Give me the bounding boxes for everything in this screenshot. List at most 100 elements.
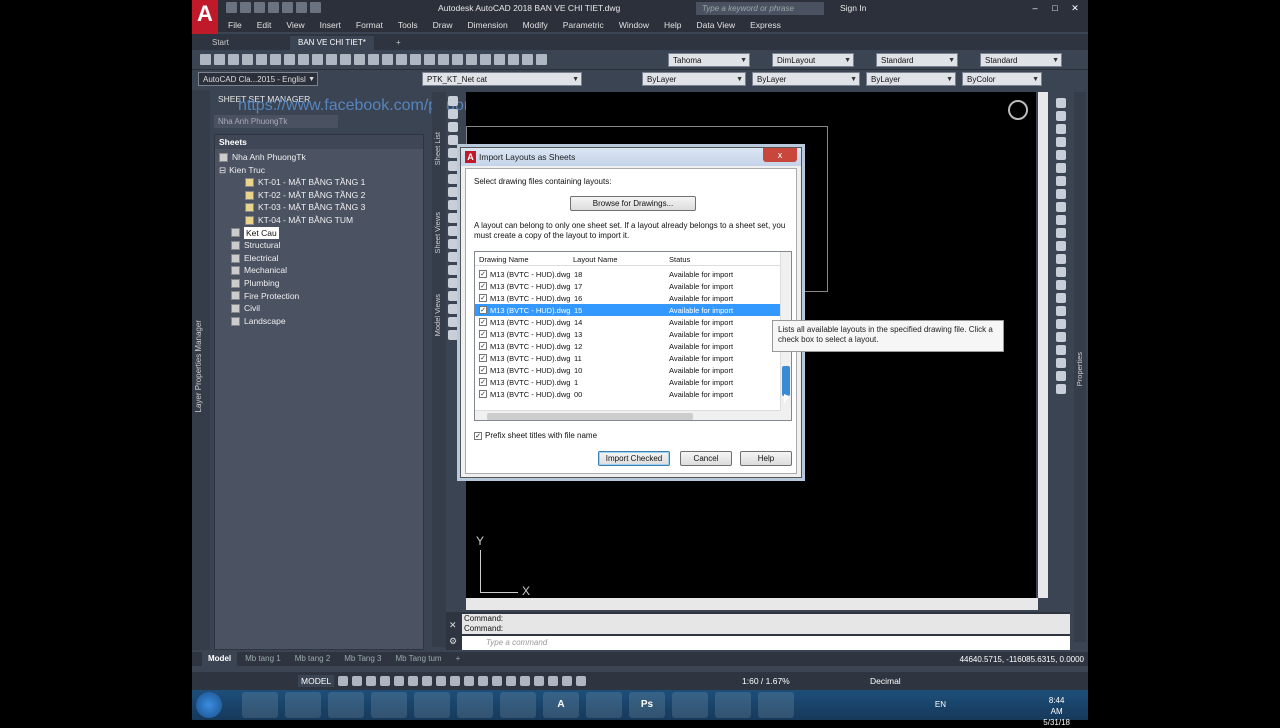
transparency-icon[interactable] [478, 676, 488, 686]
menu-format[interactable]: Format [356, 20, 383, 30]
row-checkbox[interactable]: ✓ [479, 342, 487, 350]
new-tab-button[interactable]: + [388, 36, 409, 50]
tree-item-sheetset[interactable]: Nha Anh PhuongTk [215, 151, 423, 164]
tree-item-sheet[interactable]: KT-04 - MẶT BẰNG TUM [215, 214, 423, 227]
table-icon[interactable] [448, 317, 458, 327]
menu-view[interactable]: View [286, 20, 304, 30]
tree-item-structural[interactable]: Structural [215, 239, 423, 252]
layer-tool-icon[interactable] [1056, 332, 1066, 342]
table-row[interactable]: ✓ M13 (BVTC - HUD).dwg 18 Available for imp… [475, 268, 781, 280]
plotstyle-select[interactable]: ByColor ▼ [962, 72, 1042, 86]
rectangle-icon[interactable] [448, 148, 458, 158]
tab-start[interactable]: Start [204, 36, 237, 50]
ellipse-arc-icon[interactable] [448, 226, 458, 236]
spline-icon[interactable] [448, 200, 458, 210]
clock[interactable]: 8:44 AM 5/31/18 [1043, 695, 1070, 728]
tab-layout[interactable]: Mb tang 2 [289, 652, 337, 666]
undo-icon[interactable] [368, 54, 379, 65]
help-icon[interactable] [536, 54, 547, 65]
tab-layout[interactable]: Mb tang 1 [239, 652, 287, 666]
menu-data-view[interactable]: Data View [697, 20, 736, 30]
taskbar-app-icon[interactable] [672, 692, 708, 718]
cancel-button[interactable]: Cancel [680, 451, 732, 466]
make-block-icon[interactable] [448, 252, 458, 262]
selection-filter-icon[interactable] [534, 676, 544, 686]
sheet-set-icon[interactable] [494, 54, 505, 65]
3d-print-icon[interactable] [284, 54, 295, 65]
taskbar-app-icon[interactable] [758, 692, 794, 718]
browse-drawings-button[interactable]: Browse for Drawings... [570, 196, 696, 211]
col-layout-name[interactable]: Layout Name [573, 255, 618, 264]
menu-parametric[interactable]: Parametric [563, 20, 604, 30]
menu-help[interactable]: Help [664, 20, 681, 30]
row-checkbox[interactable]: ✓ [479, 378, 487, 386]
layer-tool-icon[interactable] [1056, 384, 1066, 394]
table-row[interactable]: ✓ M13 (BVTC - HUD).dwg 13 Available for imp… [475, 328, 781, 340]
snap-icon[interactable] [352, 676, 362, 686]
block-editor-icon[interactable] [354, 54, 365, 65]
close-button[interactable]: ✕ [1066, 1, 1084, 15]
tab-layout[interactable]: Mb Tang tum [389, 652, 447, 666]
menu-edit[interactable]: Edit [257, 20, 272, 30]
row-checkbox[interactable]: ✓ [479, 390, 487, 398]
move-icon[interactable] [1056, 163, 1066, 173]
save-icon[interactable] [228, 54, 239, 65]
design-center-icon[interactable] [466, 54, 477, 65]
selection-cycling-icon[interactable] [492, 676, 502, 686]
tree-item-civil[interactable]: Civil [215, 302, 423, 315]
taskbar-app-icon[interactable] [457, 692, 493, 718]
menu-window[interactable]: Window [619, 20, 649, 30]
table-row[interactable]: ✓ M13 (BVTC - HUD).dwg 10 Available for imp… [475, 364, 781, 376]
tab-document[interactable]: BAN VE CHI TIET* [290, 36, 374, 50]
zoom-window-icon[interactable] [424, 54, 435, 65]
help-button[interactable]: Help [740, 451, 792, 466]
quick-access-toolbar[interactable] [226, 2, 321, 15]
dialog-close-button[interactable]: x [763, 148, 797, 162]
dim-style-select[interactable]: DimLayout ▼ [772, 53, 854, 67]
menu-file[interactable]: File [228, 20, 242, 30]
layer-tool-icon[interactable] [1056, 371, 1066, 381]
language-indicator[interactable]: EN [935, 700, 946, 709]
row-checkbox[interactable]: ✓ [479, 294, 487, 302]
erase-icon[interactable] [1056, 98, 1066, 108]
gradient-icon[interactable] [448, 291, 458, 301]
arc-icon[interactable] [448, 161, 458, 171]
object-snap-tracking-icon[interactable] [436, 676, 446, 686]
table-row[interactable]: ✓ M13 (BVTC - HUD).dwg 14 Available for imp… [475, 316, 781, 328]
collapse-icon[interactable]: ⊟ [219, 164, 226, 177]
text-style-select[interactable]: Tahoma ▼ [668, 53, 750, 67]
new-icon[interactable] [226, 2, 237, 13]
search-input[interactable]: Type a keyword or phrase [696, 2, 824, 15]
layer-tool-icon[interactable] [1056, 345, 1066, 355]
gizmo-icon[interactable] [548, 676, 558, 686]
tab-sheet-list[interactable]: Sheet List [433, 132, 442, 165]
prefix-checkbox[interactable]: ✓ [474, 431, 482, 440]
match-icon[interactable] [340, 54, 351, 65]
save-as-icon[interactable] [268, 2, 279, 13]
taskbar-app-icon[interactable]: A [543, 692, 579, 718]
prefix-checkbox-row[interactable]: ✓ Prefix sheet titles with file name [474, 431, 597, 440]
layer-tool-icon[interactable] [1056, 358, 1066, 368]
row-checkbox[interactable]: ✓ [479, 318, 487, 326]
table-row[interactable]: ✓ M13 (BVTC - HUD).dwg 16 Available for imp… [475, 292, 781, 304]
col-status[interactable]: Status [669, 255, 690, 264]
annotation-scale[interactable]: 1:60 / 1.67% [742, 676, 790, 686]
tree-item-electrical[interactable]: Electrical [215, 252, 423, 265]
maximize-button[interactable]: □ [1046, 1, 1064, 15]
tool-palettes-icon[interactable] [480, 54, 491, 65]
circle-icon[interactable] [448, 174, 458, 184]
open-icon[interactable] [214, 54, 225, 65]
tab-layout[interactable]: Mb Tang 3 [338, 652, 387, 666]
tree-item-sheet[interactable]: KT-03 - MẶT BẰNG TẦNG 3 [215, 201, 423, 214]
menu-express[interactable]: Express [750, 20, 781, 30]
fillet-icon[interactable] [1056, 280, 1066, 290]
tree-item-sheet[interactable]: KT-01 - MẶT BẰNG TẦNG 1 [215, 176, 423, 189]
new-icon[interactable] [200, 54, 211, 65]
layer-tool-icon[interactable] [1056, 319, 1066, 329]
dynamic-ucs-icon[interactable] [520, 676, 530, 686]
layouts-list[interactable]: Drawing Name Layout Name Status ✓ M13 (BV… [474, 251, 792, 421]
tree-item-mechanical[interactable]: Mechanical [215, 264, 423, 277]
zoom-previous-icon[interactable] [438, 54, 449, 65]
taskbar-app-icon[interactable] [500, 692, 536, 718]
list-horizontal-scrollbar[interactable] [475, 410, 781, 420]
